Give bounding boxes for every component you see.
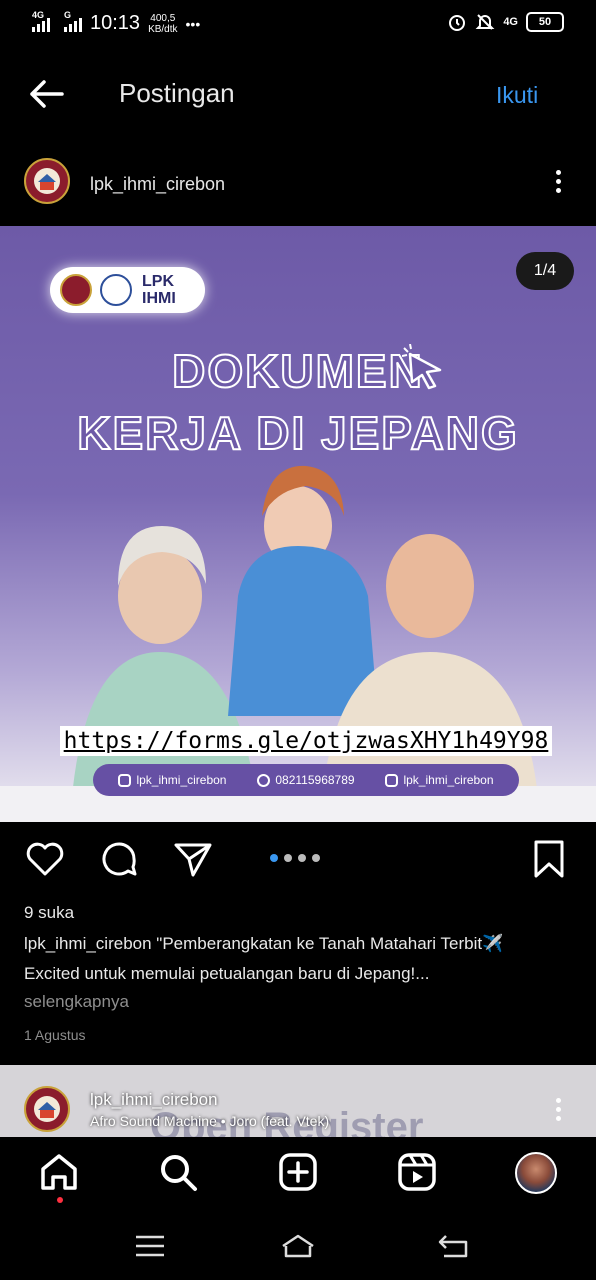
avatar[interactable] (24, 158, 70, 204)
post-date: 1 Agustus (24, 1027, 86, 1043)
avatar[interactable] (24, 1086, 70, 1132)
carousel-dot (284, 854, 292, 862)
search-icon[interactable] (157, 1151, 199, 1193)
alarm-icon (449, 15, 466, 31)
home-button-icon[interactable] (280, 1228, 316, 1264)
arrow-left-icon[interactable] (26, 74, 66, 114)
network-type-2: G (64, 9, 72, 20)
instagram-icon (118, 773, 132, 787)
contact-phone: 082115968789 (257, 773, 355, 787)
more-notifications: ••• (185, 15, 201, 32)
bookmark-icon[interactable] (528, 838, 570, 880)
post-image[interactable]: LPK IHMI 1/4 DOKUMEN KERJA DI JEPANG htt… (0, 226, 596, 822)
network-speed: 400,5 KB/dtk (148, 13, 177, 35)
notification-dot (57, 1197, 63, 1203)
caption-line-1: lpk_ihmi_cirebon "Pemberangkatan ke Tana… (24, 934, 503, 954)
more-link[interactable]: selengkapnya (24, 992, 129, 1012)
more-vertical-icon[interactable] (556, 170, 562, 197)
heart-icon[interactable] (24, 838, 66, 880)
headline-1: DOKUMEN (171, 344, 424, 398)
whatsapp-icon (257, 773, 271, 787)
caption-text-1: "Pemberangkatan ke Tanah Matahari Terbit… (151, 934, 504, 953)
more-vertical-icon[interactable] (556, 1098, 562, 1125)
back-button-icon[interactable] (436, 1228, 472, 1264)
status-left: 4G G 10:13 400,5 KB/dtk ••• (32, 10, 201, 35)
logo-text-line1: LPK (142, 273, 174, 290)
comment-icon[interactable] (98, 838, 140, 880)
contact-phone-text: 082115968789 (275, 773, 355, 787)
partner-emblem (100, 274, 132, 306)
network-type-1: 4G (32, 9, 45, 20)
network-type-right: 4G (503, 16, 518, 28)
headline-2: KERJA DI JEPANG (76, 406, 519, 460)
contact-bar: lpk_ihmi_cirebon 082115968789 lpk_ihmi_c… (93, 764, 519, 796)
like-count[interactable]: 9 suka (24, 903, 74, 923)
signal-icon: G (64, 10, 82, 32)
status-right: 4G 50 (447, 12, 564, 32)
contact-tiktok: lpk_ihmi_cirebon (385, 773, 494, 787)
follow-button[interactable]: Ikuti (496, 82, 538, 109)
post-username[interactable]: lpk_ihmi_cirebon (90, 174, 225, 195)
send-icon[interactable] (172, 838, 214, 880)
cursor-icon (402, 344, 442, 390)
page-title: Postingan (119, 78, 235, 108)
caption-line-2: Excited untuk memulai petualangan baru d… (24, 964, 430, 983)
reels-icon[interactable] (396, 1151, 438, 1193)
next-post-audio[interactable]: Afro Sound Machine • Joro (feat. Vtek) (90, 1113, 329, 1129)
contact-tiktok-text: lpk_ihmi_cirebon (403, 773, 494, 787)
signal-icon: 4G (32, 10, 50, 32)
status-bar: 4G G 10:13 400,5 KB/dtk ••• 4G 50 (0, 0, 596, 46)
profile-avatar[interactable] (515, 1152, 557, 1194)
mute-bell-icon (475, 14, 495, 30)
clock: 10:13 (90, 12, 141, 34)
next-post-username[interactable]: lpk_ihmi_cirebon (90, 1090, 218, 1110)
menu-icon[interactable] (132, 1228, 168, 1264)
caption-username[interactable]: lpk_ihmi_cirebon (24, 934, 152, 953)
carousel-dot (298, 854, 306, 862)
carousel-counter: 1/4 (516, 252, 574, 290)
battery-level: 50 (538, 16, 552, 28)
ihmi-emblem (60, 274, 92, 306)
contact-instagram-text: lpk_ihmi_cirebon (136, 773, 227, 787)
carousel-indicator (270, 854, 320, 862)
contact-instagram: lpk_ihmi_cirebon (118, 773, 226, 787)
home-icon[interactable] (38, 1151, 80, 1193)
logo-text-line2: IHMI (142, 290, 176, 307)
registration-link: https://forms.gle/otjzwasXHY1h49Y98 (60, 726, 552, 756)
carousel-dot (312, 854, 320, 862)
battery-icon: 50 (526, 12, 564, 32)
speed-value: 400,5 (150, 12, 176, 24)
speed-unit: KB/dtk (148, 23, 178, 35)
logo-text: LPK IHMI (142, 273, 176, 307)
lpk-logo: LPK IHMI (50, 267, 205, 313)
tiktok-icon (385, 773, 399, 787)
plus-square-icon[interactable] (277, 1151, 319, 1193)
carousel-dot-active (270, 854, 278, 862)
